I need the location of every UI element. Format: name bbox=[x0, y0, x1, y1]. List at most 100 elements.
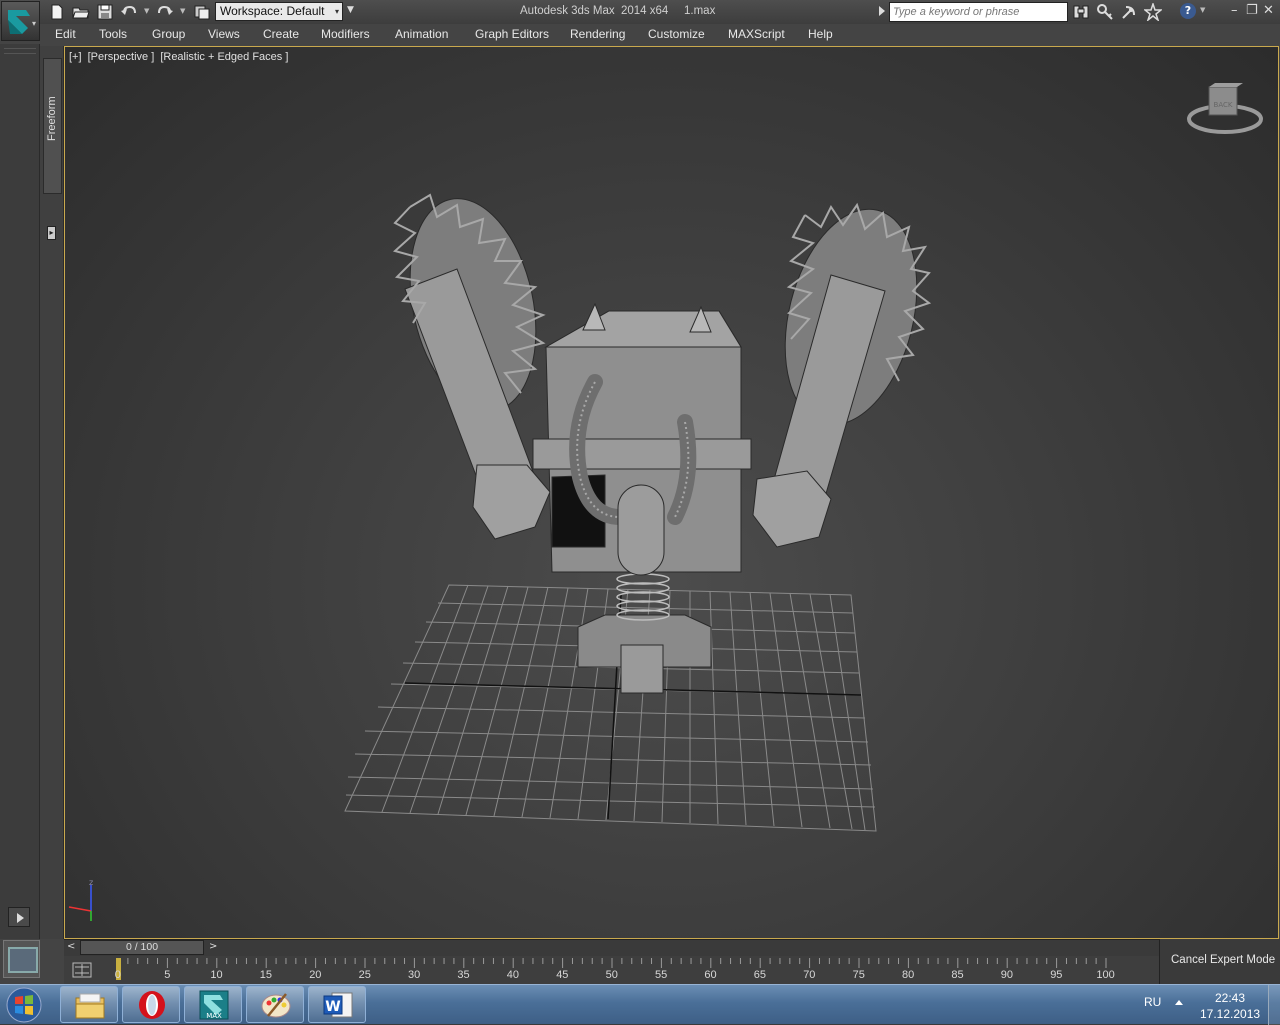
tick-label: 45 bbox=[556, 969, 569, 981]
viewport-shading-menu[interactable]: [Realistic + Edged Faces ] bbox=[160, 51, 288, 63]
chevron-down-icon: ▾ bbox=[334, 7, 339, 16]
show-hidden-icons[interactable] bbox=[1175, 1000, 1183, 1005]
right-saw bbox=[752, 208, 918, 548]
time-slider-thumb[interactable]: 0 / 100 bbox=[80, 940, 204, 955]
redo-icon bbox=[158, 5, 173, 15]
language-indicator[interactable]: RU bbox=[1144, 995, 1161, 1009]
track-bar[interactable]: 0 5 10 15 20 25 30 35 40 45 50 55 60 65 70 75 80 85 90 95 10… bbox=[64, 956, 1159, 984]
subscription-center-button[interactable] bbox=[1096, 3, 1114, 21]
viewcube-face-label: BACK bbox=[1214, 101, 1233, 109]
grip-handle[interactable] bbox=[4, 48, 36, 54]
workspace-select[interactable]: Workspace: Default ▾ bbox=[215, 2, 343, 21]
left-command-strip bbox=[0, 44, 40, 939]
taskbar-paint[interactable] bbox=[246, 986, 304, 1023]
show-desktop-button[interactable] bbox=[1268, 985, 1280, 1025]
close-button[interactable]: ✕ bbox=[1263, 3, 1274, 18]
opera-icon bbox=[139, 991, 165, 1019]
cancel-expert-mode-button[interactable]: Cancel Expert Mode bbox=[1159, 939, 1280, 984]
title-bar: ▾ ▼ ▼ Workspace: Default ▾ ▼ Autodesk 3d… bbox=[0, 0, 1280, 41]
menu-bar: Edit Tools Group Views Create Modifiers … bbox=[40, 24, 1280, 46]
pedestal bbox=[577, 614, 712, 694]
menu-animation[interactable]: Animation bbox=[395, 27, 448, 41]
taskbar-word[interactable]: W bbox=[308, 986, 366, 1023]
application-menu-button[interactable]: ▾ bbox=[1, 1, 40, 41]
undo-icon bbox=[121, 5, 136, 15]
menu-group[interactable]: Group bbox=[152, 27, 185, 41]
time-slider[interactable]: < 0 / 100 > bbox=[64, 939, 1159, 956]
project-folder-button[interactable] bbox=[193, 3, 211, 21]
viewport-label[interactable]: [+] [Perspective ] [Realistic + Edged Fa… bbox=[69, 51, 291, 63]
redo-button[interactable] bbox=[156, 3, 174, 21]
quick-access-customize-icon[interactable]: ▼ bbox=[347, 5, 354, 15]
ribbon-tab-freeform[interactable]: Freeform bbox=[43, 58, 62, 194]
help-dropdown-icon[interactable]: ▼ bbox=[1200, 6, 1205, 14]
menu-help[interactable]: Help bbox=[808, 27, 833, 41]
tick-label: 100 bbox=[1096, 969, 1115, 981]
max-logo-icon bbox=[8, 10, 30, 34]
ribbon-panel: Freeform ▸ bbox=[40, 46, 64, 939]
favorites-button[interactable] bbox=[1142, 1, 1164, 23]
help-button[interactable]: ? bbox=[1180, 3, 1196, 19]
restore-button[interactable]: ❐ bbox=[1246, 3, 1258, 18]
tick-label: 55 bbox=[655, 969, 668, 981]
viewport-plus-menu[interactable]: [+] bbox=[69, 51, 82, 63]
communication-center-button[interactable] bbox=[1120, 3, 1138, 21]
play-icon[interactable] bbox=[8, 907, 30, 927]
open-file-button[interactable] bbox=[72, 3, 90, 21]
menu-modifiers[interactable]: Modifiers bbox=[321, 27, 370, 41]
undo-button[interactable] bbox=[120, 3, 138, 21]
menu-create[interactable]: Create bbox=[263, 27, 299, 41]
viewcube-icon[interactable]: BACK bbox=[1185, 83, 1265, 143]
menu-edit[interactable]: Edit bbox=[55, 27, 76, 41]
key-icon bbox=[1097, 4, 1113, 20]
tick-label: 5 bbox=[164, 969, 171, 981]
menu-graph-editors[interactable]: Graph Editors bbox=[475, 27, 549, 41]
taskbar-opera[interactable] bbox=[122, 986, 180, 1023]
tick-label: 0 bbox=[114, 969, 121, 981]
perspective-viewport[interactable]: [+] [Perspective ] [Realistic + Edged Fa… bbox=[64, 46, 1279, 939]
tick-label: 65 bbox=[753, 969, 767, 981]
search-binoculars-button[interactable] bbox=[1072, 3, 1090, 21]
tick-label: 35 bbox=[457, 969, 470, 981]
paint-palette-icon bbox=[261, 993, 291, 1018]
capsule bbox=[617, 484, 665, 576]
menu-maxscript[interactable]: MAXScript bbox=[728, 27, 785, 41]
max-icon-label: MAX bbox=[206, 1012, 222, 1020]
tick-label: 20 bbox=[309, 969, 322, 981]
tick-label: 10 bbox=[210, 969, 223, 981]
undo-dropdown-icon[interactable]: ▼ bbox=[144, 7, 149, 15]
workspace-value: Workspace: Default bbox=[220, 4, 325, 18]
save-file-button[interactable] bbox=[96, 3, 114, 21]
tick-label: 40 bbox=[506, 969, 520, 981]
clock[interactable]: 22:43 17.12.2013 bbox=[1200, 990, 1260, 1022]
folder-icon bbox=[75, 993, 105, 1019]
tick-label: 25 bbox=[358, 969, 371, 981]
viewport-layout-button[interactable] bbox=[3, 940, 40, 978]
menu-views[interactable]: Views bbox=[208, 27, 240, 41]
time-prev-button[interactable]: < bbox=[67, 941, 75, 952]
menu-rendering[interactable]: Rendering bbox=[570, 27, 625, 41]
chevron-down-icon: ▾ bbox=[31, 19, 36, 28]
tick-label: 75 bbox=[852, 969, 865, 981]
viewport-pov-menu[interactable]: [Perspective ] bbox=[88, 51, 155, 63]
tick-label: 15 bbox=[259, 969, 273, 981]
axis-z-label: z bbox=[89, 878, 93, 887]
time-next-button[interactable]: > bbox=[209, 941, 217, 952]
axis-tripod-icon: z bbox=[68, 878, 93, 921]
taskbar-3ds-max[interactable]: MAX bbox=[184, 986, 242, 1023]
redo-dropdown-icon[interactable]: ▼ bbox=[180, 7, 185, 15]
ribbon-expand-icon[interactable]: ▸ bbox=[47, 226, 56, 240]
menu-customize[interactable]: Customize bbox=[648, 27, 705, 41]
minimize-button[interactable]: – bbox=[1231, 3, 1238, 18]
search-input[interactable]: Type a keyword or phrase bbox=[889, 2, 1068, 22]
tick-label: 90 bbox=[1000, 969, 1014, 981]
tick-label: 80 bbox=[902, 969, 915, 981]
search-collapse-icon[interactable] bbox=[879, 6, 885, 16]
3ds-max-icon: MAX bbox=[199, 990, 229, 1020]
taskbar-explorer[interactable] bbox=[60, 986, 118, 1023]
3ds-max-window: ▾ ▼ ▼ Workspace: Default ▾ ▼ Autodesk 3d… bbox=[0, 0, 1280, 984]
satellite-icon bbox=[1122, 6, 1135, 19]
new-file-button[interactable] bbox=[48, 3, 66, 21]
windows-start-button[interactable] bbox=[4, 987, 44, 1023]
menu-tools[interactable]: Tools bbox=[99, 27, 127, 41]
